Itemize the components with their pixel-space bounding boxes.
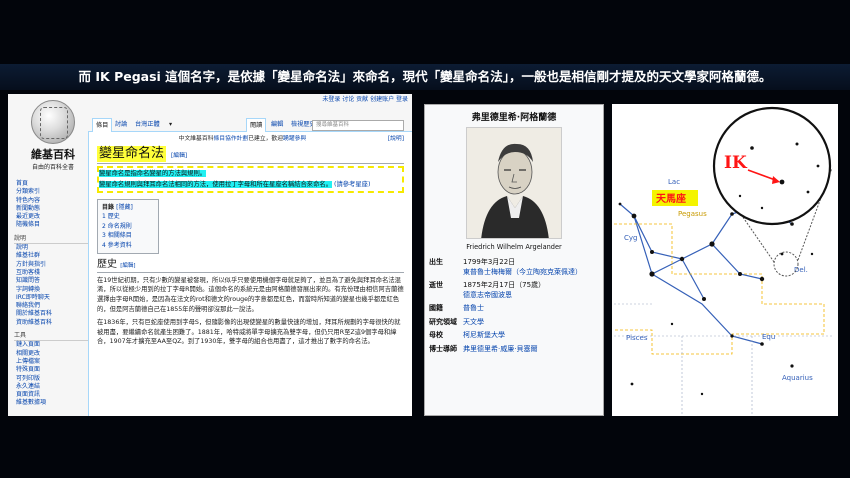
wikipedia-logo[interactable]: 維基百科 自由的百科全書 xyxy=(18,100,88,178)
person-infobox: 弗里德里希·阿格蘭德 Friedrich Wilhelm Argelander … xyxy=(424,104,604,416)
row-value: 1875年2月17日（75歲） xyxy=(463,281,546,289)
row-key: 博士導師 xyxy=(429,344,457,353)
notice-text-2: 已建立，歡迎 xyxy=(248,136,284,142)
slide-caption: 而 IK Pegasi 這個名字，是依據「變星命名法」來命名，現代「變星命名法」… xyxy=(0,64,850,90)
row-value-link[interactable]: 東普魯士梅梅爾（今立陶宛克萊佩達） xyxy=(463,268,599,278)
lead-see-also[interactable]: (請參考星座) xyxy=(334,181,370,188)
page-title-row: 變星命名法 [編輯] xyxy=(97,145,404,164)
sidebar-item-upload[interactable]: 上傳檔案 xyxy=(14,358,88,366)
sidebar-item-permalink[interactable]: 永久連結 xyxy=(14,383,88,391)
ik-label: IK xyxy=(724,153,748,173)
label-pisces: Pisces xyxy=(626,334,648,342)
tab-article[interactable]: 條目 xyxy=(92,118,113,132)
logo-title: 維基百科 xyxy=(31,148,75,161)
sidebar-item-policy[interactable]: 方針與指引 xyxy=(14,261,88,269)
sidebar-item-featured[interactable]: 特色內容 xyxy=(14,197,88,205)
label-delphinus: Del. xyxy=(794,266,808,274)
sidebar-item-special-pages[interactable]: 特殊頁面 xyxy=(14,366,88,374)
lead-sentence-2: 變星命名規則與拜耳命名法相同的方法，使用拉丁字母和所在星座名稱結合來命名。 xyxy=(99,181,332,189)
article-content: 中文維基百科條目協作計劃已建立，歡迎踴躍參與 [說明] 變星命名法 [編輯] 變… xyxy=(88,132,412,416)
portrait-caption: Friedrich Wilhelm Argelander xyxy=(466,243,562,251)
tab-variant[interactable]: 台灣正體 xyxy=(132,118,163,132)
wikipedia-page: 未登录 讨论 贡献 创建账户 登录 維基百科 自由的百科全書 首頁 分類索引 特… xyxy=(8,94,412,416)
sidebar-item-conversion[interactable]: 字詞轉換 xyxy=(14,286,88,294)
infobox-row-alma-mater: 母校 柯尼斯堡大學 xyxy=(425,329,603,343)
help-link[interactable]: [說明] xyxy=(388,135,404,145)
sidebar-item-irc[interactable]: IRC即時聊天 xyxy=(14,294,88,302)
label-lacerta: Lac xyxy=(668,178,680,186)
history-heading-text: 歷史 xyxy=(97,259,117,271)
infobox-row-nationality: 國籍 普魯士 xyxy=(425,302,603,316)
row-value-link[interactable]: 德意志帝國波恩 xyxy=(463,291,599,301)
title-edit-link[interactable]: [編輯] xyxy=(171,153,187,159)
row-key: 國籍 xyxy=(429,304,443,312)
presentation-slide: 而 IK Pegasi 這個名字，是依據「變星命名法」來命名，現代「變星命名法」… xyxy=(0,0,850,478)
row-key: 研究領域 xyxy=(429,317,457,326)
chevron-down-icon[interactable]: ▾ xyxy=(166,118,175,132)
label-aquarius: Aquarius xyxy=(782,374,813,382)
sidebar-item-related-changes[interactable]: 相關更改 xyxy=(14,350,88,358)
row-value-link[interactable]: 普魯士 xyxy=(463,304,599,314)
toc-item[interactable]: 3 相關條目 xyxy=(102,231,154,241)
section-heading-history: 歷史 [編輯] xyxy=(97,260,404,273)
label-equuleus: Equ xyxy=(762,333,775,341)
tab-talk[interactable]: 討論 xyxy=(112,118,130,132)
sidebar-item-donate[interactable]: 資助維基百科 xyxy=(14,319,88,327)
notice-link[interactable]: 條目協作計劃 xyxy=(213,136,248,142)
notice-text: 中文維基百科 xyxy=(178,136,214,142)
sidebar-item-random[interactable]: 隨機條目 xyxy=(14,221,88,229)
argelander-portrait xyxy=(466,127,562,239)
infobox-title: 弗里德里希·阿格蘭德 xyxy=(471,113,557,123)
sidebar-item-printable[interactable]: 可列印版 xyxy=(14,375,88,383)
sidebar-item-news[interactable]: 新聞動態 xyxy=(14,205,88,213)
row-key: 母校 xyxy=(429,331,443,339)
infobox-row-field: 研究領域 天文學 xyxy=(425,316,603,330)
sidebar-item-category[interactable]: 分類索引 xyxy=(14,188,88,196)
highlighted-lead: 變星命名是指命名變星的方法與規則。 變星命名規則與拜耳命名法相同的方法，使用拉丁… xyxy=(97,165,404,193)
label-cygnus: Cyg xyxy=(624,234,637,242)
history-paragraph-1: 在19世紀初期，只有少數的變星被發現，所以似乎只要使用機個字母就足夠了，並且為了… xyxy=(97,276,404,313)
sidebar-item-community[interactable]: 維基社群 xyxy=(14,252,88,260)
toc-item[interactable]: 4 參考資料 xyxy=(102,241,154,251)
toc-item[interactable]: 1 歷史 xyxy=(102,212,154,222)
infobox-row-born: 出生 1799年3月22日東普魯士梅梅爾（今立陶宛克萊佩達） xyxy=(425,256,603,279)
sidebar-item-wikidata[interactable]: 維基數據項 xyxy=(14,399,88,407)
search-input[interactable]: 搜尋維基百科 xyxy=(312,120,404,131)
page-tabs: 條目 討論 台灣正體 ▾ 閱讀 編輯 檢視歷史 搜尋維基百科 xyxy=(88,116,412,132)
pegasus-star-map: Pisces Equ Aquarius Del. Lac Cyg IK 天馬座 xyxy=(612,104,838,416)
sidebar: 首頁 分類索引 特色內容 新聞動態 最近更改 隨機條目 說明 說明 維基社群 方… xyxy=(14,180,88,408)
row-value-link[interactable]: 天文學 xyxy=(463,318,599,328)
toc-title: 目錄 xyxy=(102,203,115,211)
row-key: 逝世 xyxy=(429,281,443,289)
site-notice: 中文維基百科條目協作計劃已建立，歡迎踴躍參與 [說明] xyxy=(97,135,404,145)
puzzle-globe-icon xyxy=(31,100,75,144)
sidebar-item-reference-desk[interactable]: 知識問答 xyxy=(14,277,88,285)
sidebar-item-about[interactable]: 關於維基百科 xyxy=(14,310,88,318)
user-links[interactable]: 未登录 讨论 贡献 创建账户 登录 xyxy=(98,94,412,106)
page-title: 變星命名法 xyxy=(97,145,167,162)
toc-toggle[interactable]: [隱藏] xyxy=(116,204,133,211)
infobox-row-died: 逝世 1875年2月17日（75歲） 德意志帝國波恩 xyxy=(425,279,603,302)
history-edit-link[interactable]: [編輯] xyxy=(120,263,135,269)
toc-item[interactable]: 2 命名規則 xyxy=(102,222,154,232)
sidebar-heading-help: 說明 xyxy=(14,235,88,245)
logo-subtitle: 自由的百科全書 xyxy=(31,164,74,171)
pegasus-en-label: Pegasus xyxy=(678,210,707,218)
sidebar-heading-tools: 工具 xyxy=(14,332,88,342)
sidebar-item-what-links-here[interactable]: 鏈入頁面 xyxy=(14,341,88,349)
row-key: 出生 xyxy=(429,258,443,266)
history-paragraph-2: 在1836年，只有巨蛇座使用到字母S，但隨影像的出現使變星的數量快速的增加，拜耳… xyxy=(97,319,401,346)
infobox-row-advisor: 博士導師 弗里德里希·威廉·貝塞爾 xyxy=(425,343,603,357)
row-value-link[interactable]: 柯尼斯堡大學 xyxy=(463,331,599,341)
row-value-link[interactable]: 弗里德里希·威廉·貝塞爾 xyxy=(463,345,599,355)
tab-edit[interactable]: 編輯 xyxy=(268,118,286,132)
lead-sentence-1: 變星命名是指命名變星的方法與規則。 xyxy=(99,169,207,177)
tab-read[interactable]: 閱讀 xyxy=(246,118,267,132)
table-of-contents: 目錄 [隱藏] 1 歷史 2 命名規則 3 相關條目 4 參考資料 xyxy=(97,198,159,255)
row-value: 1799年3月22日 xyxy=(463,258,516,266)
notice-link-2[interactable]: 踴躍參與 xyxy=(283,136,306,142)
pegasus-cn-label: 天馬座 xyxy=(656,192,686,205)
